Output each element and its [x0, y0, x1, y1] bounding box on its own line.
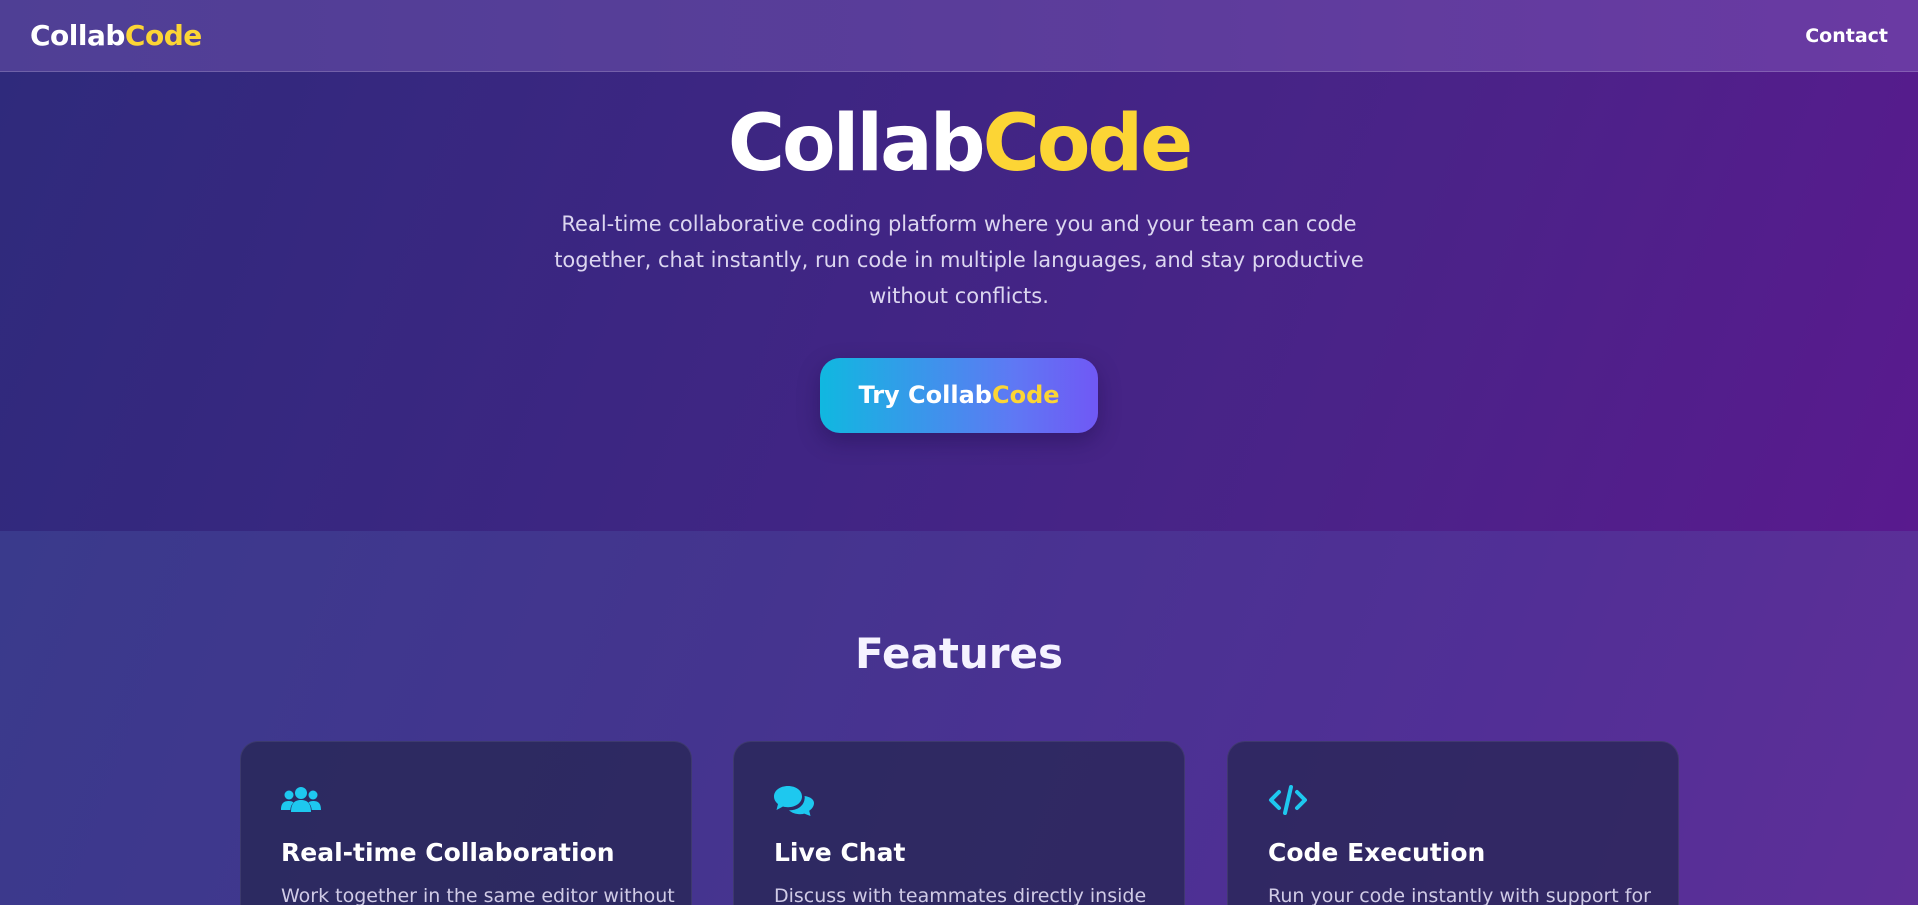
feature-card-description: Work together in the same editor without [281, 885, 675, 905]
feature-card-live-chat: Live Chat Discuss with teammates directl… [733, 741, 1185, 905]
nav-contact-link[interactable]: Contact [1805, 25, 1888, 47]
code-icon [1269, 785, 1307, 815]
feature-card-collaboration: Real-time Collaboration Work together in… [240, 741, 692, 905]
hero-title: CollabCode [727, 99, 1194, 189]
cta-label-part2: Code [991, 381, 1060, 410]
feature-card-description: Run your code instantly with support for [1268, 885, 1651, 905]
navbar: CollabCode Contact [0, 0, 1918, 72]
try-collabcode-button[interactable]: Try Collab Code [820, 357, 1098, 433]
cta-label-part1: Try Collab [858, 381, 992, 410]
chat-bubbles-icon [774, 786, 814, 816]
features-section: Features Real-time Collaboration Work to… [0, 531, 1918, 905]
nav-logo[interactable]: CollabCode [30, 19, 202, 52]
feature-card-title: Code Execution [1268, 838, 1486, 867]
users-icon [281, 787, 321, 812]
features-heading: Features [855, 629, 1063, 678]
feature-card-description: Discuss with teammates directly inside [774, 885, 1147, 905]
hero-subtitle: Real-time collaborative coding platform … [554, 211, 1364, 308]
feature-card-code-execution: Code Execution Run your code instantly w… [1227, 741, 1679, 905]
nav-logo-part2: Code [124, 19, 202, 52]
hero-section: CollabCode Real-time collaborative codin… [0, 72, 1918, 531]
hero-title-part2: Code [982, 99, 1194, 189]
nav-logo-part1: Collab [30, 19, 125, 52]
hero-title-part1: Collab [727, 99, 986, 189]
feature-card-title: Real-time Collaboration [281, 838, 615, 867]
feature-card-title: Live Chat [774, 838, 906, 867]
